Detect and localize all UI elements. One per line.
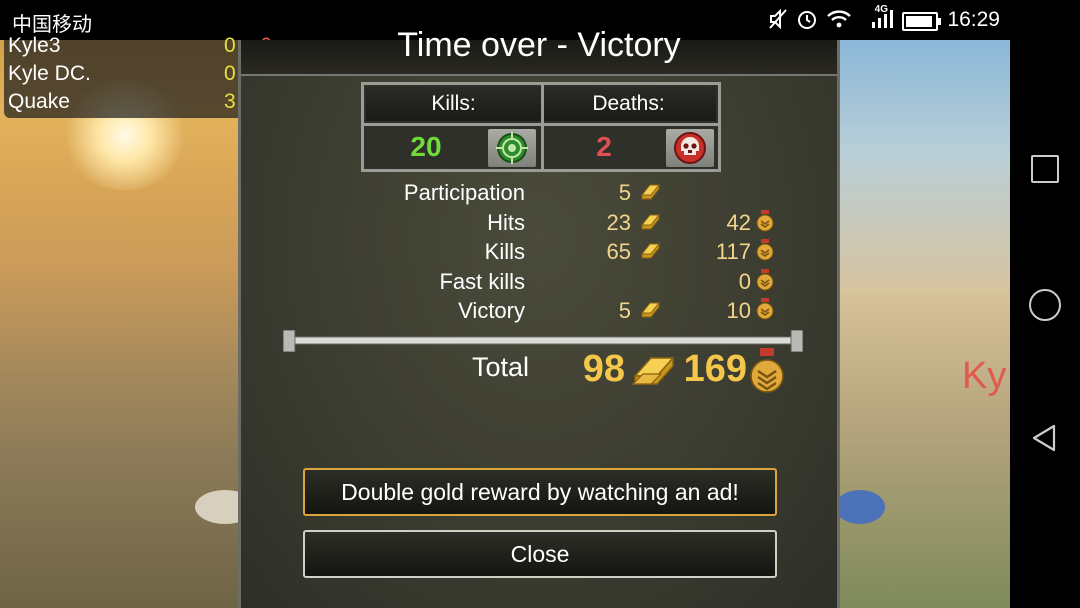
deaths-label: Deaths:	[541, 87, 716, 121]
gold-bar-icon	[640, 242, 661, 259]
rank-medal-icon	[756, 210, 774, 232]
rank-medal-icon	[750, 348, 784, 393]
scoreboard-row: Kyle3 0 6	[8, 34, 274, 60]
total-label: Total	[471, 352, 529, 382]
deaths-value: 2	[596, 131, 612, 162]
player-kills: 3	[224, 90, 236, 113]
rank-medal-icon	[756, 269, 774, 291]
stat-gold-value: 5	[618, 180, 631, 205]
stat-label: Participation	[403, 180, 525, 205]
skull-icon	[666, 129, 714, 167]
stat-label: Hits	[487, 210, 525, 235]
gold-bar-icon	[640, 183, 661, 200]
kills-label: Kills:	[366, 87, 541, 121]
player-name: Kyle3	[8, 34, 61, 57]
stat-medal-value: 42	[726, 210, 751, 235]
clock: 16:29	[947, 8, 1000, 31]
cloud-area	[840, 290, 1010, 608]
home-button[interactable]	[1029, 289, 1061, 321]
close-button[interactable]: Close	[303, 530, 777, 578]
battery-icon	[902, 12, 941, 31]
sky-area	[840, 40, 1010, 290]
landing-pad-right	[835, 490, 885, 524]
player-name: Quake	[8, 90, 70, 113]
gold-bar-icon	[640, 301, 661, 318]
gold-bar-icon	[631, 356, 675, 385]
player-name: Kyle DC.	[8, 62, 91, 85]
player-kills: 0	[224, 34, 236, 57]
stat-medal-value: 10	[726, 298, 751, 323]
stat-label: Kills	[484, 239, 525, 264]
kills-deaths-box: Kills: Deaths: 20 2	[361, 82, 721, 172]
player-kills: 0	[224, 62, 236, 85]
stat-gold-value: 5	[618, 298, 631, 323]
stat-gold-value: 65	[606, 239, 631, 264]
rank-medal-icon	[756, 239, 774, 261]
stat-label: Fast kills	[439, 269, 525, 294]
crosshair-icon	[488, 129, 536, 167]
recent-apps-button[interactable]	[1031, 155, 1059, 183]
navigation-bar	[1010, 40, 1080, 608]
stat-label: Victory	[458, 298, 525, 323]
carrier-name: 中国移动	[12, 14, 92, 36]
rank-medal-icon	[756, 298, 774, 320]
panel-title: Time over - Victory	[397, 26, 681, 64]
scoreboard-row: Quake 3 9	[8, 90, 274, 116]
back-button[interactable]	[1030, 423, 1058, 458]
kills-value: 20	[410, 131, 442, 162]
results-panel: Time over - Victory Kills: Deaths: 20 2 …	[238, 26, 840, 608]
double-gold-ad-button[interactable]: Double gold reward by watching an ad!	[303, 468, 777, 516]
divider	[364, 123, 718, 126]
gold-bar-icon	[640, 213, 661, 230]
floating-player-name: Ky	[962, 355, 1007, 397]
total-gold-value: 98	[582, 348, 625, 390]
stat-medal-value: 0	[738, 269, 751, 294]
scoreboard-row: Kyle DC. 0 6	[8, 62, 274, 88]
total-medal-value: 169	[683, 348, 747, 390]
stat-gold-value: 23	[606, 210, 631, 235]
signal-icon	[870, 8, 894, 36]
scoreboard: Kyle3 0 6 Kyle DC. 0 6 Quake 3 9	[4, 34, 278, 118]
stat-medal-value: 117	[715, 239, 751, 264]
title-bar: Time over - Victory	[241, 26, 837, 76]
